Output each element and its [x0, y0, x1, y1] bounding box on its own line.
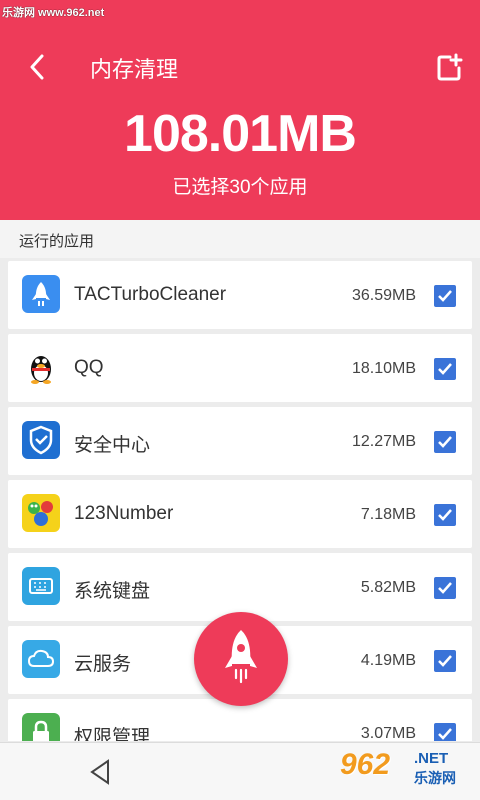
app-checkbox[interactable] — [434, 650, 456, 672]
app-checkbox[interactable] — [434, 577, 456, 599]
watermark-text: 乐游网 www.962.net — [2, 7, 105, 19]
checkmark-icon — [438, 655, 452, 667]
number-game-icon — [22, 494, 60, 532]
checkmark-icon — [438, 363, 452, 375]
checkmark-icon — [438, 728, 452, 740]
cloud-icon — [22, 640, 60, 678]
app-name: 系统键盘 — [74, 581, 151, 602]
selected-count-text: 已选择30个应用 — [172, 177, 308, 198]
app-name: 权限管理 — [74, 727, 151, 741]
share-button[interactable] — [436, 52, 464, 82]
share-icon — [437, 53, 463, 81]
app-size: 5.82MB — [360, 579, 416, 596]
section-label: 运行的应用 — [19, 233, 95, 250]
page-title: 内存清理 — [90, 57, 179, 82]
watermark-net: .NET — [414, 750, 449, 767]
back-button[interactable] — [22, 50, 52, 84]
app-name: TACTurboCleaner — [74, 284, 227, 305]
list-item[interactable]: 系统键盘 5.82MB — [8, 553, 472, 621]
app-size: 18.10MB — [351, 360, 416, 377]
boost-clean-button[interactable] — [194, 612, 288, 706]
app-name: QQ — [74, 357, 104, 378]
app-checkbox[interactable] — [434, 358, 456, 380]
checkmark-icon — [438, 582, 452, 594]
watermark-sub: 乐游网 — [414, 770, 456, 786]
nav-back-button[interactable] — [86, 757, 116, 787]
app-name: 123Number — [74, 503, 174, 524]
app-checkbox[interactable] — [434, 285, 456, 307]
list-item[interactable]: 123Number 7.18MB — [8, 480, 472, 548]
watermark-logo: 962 .NET 乐游网 — [340, 748, 472, 792]
app-name: 云服务 — [74, 654, 132, 675]
app-size: 12.27MB — [351, 433, 416, 450]
header: 内存清理 108.01MB 已选择30个应用 — [0, 0, 480, 220]
rocket-icon — [225, 630, 257, 684]
lock-icon — [22, 713, 60, 741]
app-name: 安全中心 — [74, 435, 151, 456]
checkmark-icon — [438, 436, 452, 448]
list-item[interactable]: TACTurboCleaner 36.59MB — [8, 261, 472, 329]
app-size: 36.59MB — [351, 287, 416, 304]
checkmark-icon — [438, 509, 452, 521]
qq-penguin-icon — [22, 348, 60, 386]
watermark-number: 962 — [340, 748, 391, 781]
checkmark-icon — [438, 290, 452, 302]
app-size: 3.07MB — [360, 725, 416, 741]
list-item[interactable]: QQ 18.10MB — [8, 334, 472, 402]
chevron-left-icon — [30, 54, 44, 80]
shield-icon — [22, 421, 60, 459]
section-header: 运行的应用 — [0, 220, 480, 258]
app-checkbox[interactable] — [434, 723, 456, 741]
triangle-back-icon — [90, 759, 109, 785]
app-size: 7.18MB — [360, 506, 416, 523]
app-size: 4.19MB — [360, 652, 416, 669]
keyboard-icon — [22, 567, 60, 605]
rocket-icon — [22, 275, 60, 313]
list-item[interactable]: 安全中心 12.27MB — [8, 407, 472, 475]
app-checkbox[interactable] — [434, 504, 456, 526]
total-memory-size: 108.01MB — [124, 105, 357, 163]
app-checkbox[interactable] — [434, 431, 456, 453]
